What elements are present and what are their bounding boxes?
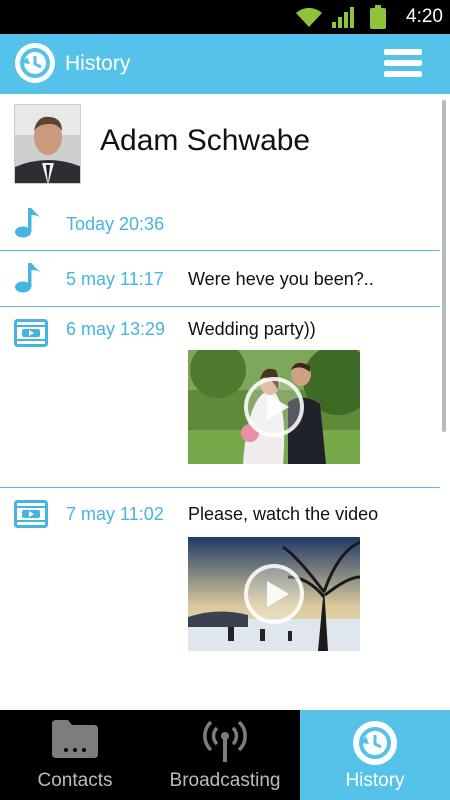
nav-contacts[interactable]: Contacts: [0, 710, 150, 800]
message-date: Today 20:36: [66, 214, 165, 234]
history-list[interactable]: Adam Schwabe Today 20:36 5 may 11:17 Wer…: [0, 94, 450, 710]
folder-icon: [52, 720, 98, 758]
wifi-icon: [296, 7, 322, 28]
nav-label: Broadcasting: [169, 770, 281, 791]
play-icon[interactable]: [244, 564, 304, 624]
page-title: History: [65, 52, 131, 75]
menu-button[interactable]: [384, 49, 422, 79]
nav-label: History: [345, 770, 405, 791]
history-icon: [353, 721, 397, 765]
list-item[interactable]: 5 may 11:17 Were heve you been?..: [0, 251, 440, 306]
nav-history[interactable]: History: [300, 710, 450, 800]
play-icon[interactable]: [244, 377, 304, 437]
nav-broadcasting[interactable]: Broadcasting: [150, 710, 300, 800]
nav-label: Contacts: [37, 770, 113, 791]
status-bar: 4:20: [0, 0, 450, 34]
video-film-icon: [14, 500, 48, 528]
menu-bar-icon: [384, 49, 422, 55]
menu-bar-icon: [384, 71, 422, 77]
music-note-icon: [15, 208, 42, 238]
list-item[interactable]: 6 may 13:29 Wedding party)): [0, 307, 440, 487]
video-thumbnail[interactable]: [188, 350, 360, 464]
contact-name: Adam Schwabe: [100, 124, 311, 157]
list-item[interactable]: Today 20:36: [0, 194, 440, 250]
history-logo-icon: [15, 43, 55, 83]
message-date: 7 may 11:02: [66, 504, 164, 524]
action-bar: History: [0, 34, 450, 94]
broadcast-icon: [203, 720, 247, 762]
status-time: 4:20: [406, 6, 443, 27]
scrollbar[interactable]: [442, 100, 446, 432]
avatar: [14, 104, 81, 184]
message-date: 5 may 11:17: [66, 269, 164, 289]
contact-header: Adam Schwabe: [0, 94, 440, 194]
message-text: Please, watch the video: [188, 504, 379, 524]
video-thumbnail[interactable]: [188, 537, 360, 651]
battery-icon: [370, 5, 386, 29]
bottom-nav: Contacts Broadcasting History: [0, 710, 450, 800]
message-date: 6 may 13:29: [66, 319, 166, 339]
signal-icon: [332, 7, 354, 28]
video-film-icon: [14, 319, 48, 347]
message-text: Wedding party)): [188, 319, 316, 339]
message-text: Were heve you been?..: [188, 269, 374, 289]
music-note-icon: [15, 263, 42, 293]
menu-bar-icon: [384, 60, 422, 66]
list-item[interactable]: 7 may 11:02 Please, watch the video: [0, 488, 440, 668]
